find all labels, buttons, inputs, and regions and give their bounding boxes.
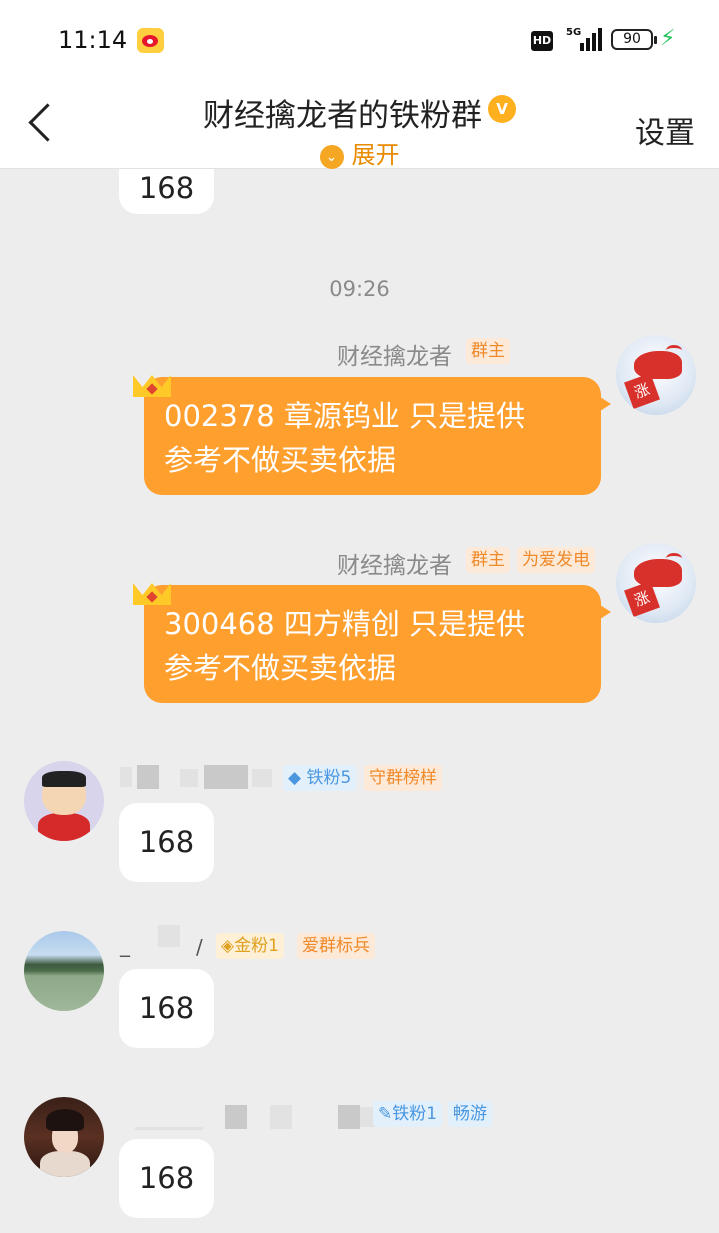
redacted-name xyxy=(137,765,159,789)
group-title: 财经擒龙者的铁粉群 xyxy=(203,98,482,134)
status-time: 11:14 xyxy=(58,26,128,54)
settings-button[interactable]: 设置 xyxy=(635,108,695,152)
message-text: 168 xyxy=(138,991,195,1025)
sender-name[interactable]: 财经擒龙者 xyxy=(337,546,452,580)
sender-name[interactable]: 财经擒龙者 xyxy=(337,337,452,371)
group-title-wrap: 财经擒龙者的铁粉群 V xyxy=(0,90,719,135)
redacted-name xyxy=(252,769,272,787)
message-text: 168 xyxy=(138,1161,195,1195)
message-text-line: 002378 章源钨业 只是提供 xyxy=(164,399,526,433)
crown-icon xyxy=(131,365,175,401)
message-bubble[interactable]: 168 xyxy=(119,969,214,1048)
verified-badge-icon: V xyxy=(488,95,516,123)
expand-button[interactable]: ⌄ 展开 xyxy=(0,135,719,170)
sender-avatar[interactable] xyxy=(24,931,104,1011)
message-text-line: 参考不做买卖依据 xyxy=(164,443,397,477)
fan-level-badge: ◈金粉1 xyxy=(216,933,284,959)
honor-badge: 爱群标兵 xyxy=(297,933,375,959)
sender-avatar[interactable] xyxy=(24,1097,104,1177)
role-badge-owner: 群主 xyxy=(466,338,510,364)
redacted-name: _ xyxy=(120,933,130,957)
role-badge-love: 为爱发电 xyxy=(517,547,595,573)
chat-header: 财经擒龙者的铁粉群 V ⌄ 展开 设置 xyxy=(0,80,719,169)
battery-icon: 90 xyxy=(611,29,657,50)
message-bubble[interactable]: 300468 四方精创 只是提供 参考不做买卖依据 xyxy=(144,585,611,703)
redacted-name xyxy=(158,925,180,947)
fan-level-label: 金粉1 xyxy=(234,936,279,956)
message-text-line: 300468 四方精创 只是提供 xyxy=(164,607,526,641)
message-bubble[interactable]: 168 xyxy=(119,169,214,214)
message-timestamp: 09:26 xyxy=(329,277,390,301)
redacted-name: / xyxy=(196,935,203,959)
redacted-name xyxy=(270,1105,292,1129)
message-text: 168 xyxy=(138,171,195,205)
honor-badge: 守群榜样 xyxy=(364,765,442,791)
network-type: 5G xyxy=(566,27,582,38)
chat-message-list[interactable]: 168 09:26 财经擒龙者 群主 涨 002378 章源钨业 只是提供 参考… xyxy=(0,169,719,1233)
redacted-name xyxy=(338,1105,360,1129)
redacted-name xyxy=(135,1127,203,1130)
message-bubble[interactable]: 002378 章源钨业 只是提供 参考不做买卖依据 xyxy=(144,377,611,495)
message-text: 168 xyxy=(138,825,195,859)
fan-level-label: 铁粉5 xyxy=(306,768,352,788)
status-bar: 11:14 HD 5G 90 ⚡ xyxy=(0,0,719,80)
fan-level-badge: ◆ 铁粉5 xyxy=(283,765,357,791)
sender-avatar[interactable]: 涨 xyxy=(616,335,696,415)
redacted-name xyxy=(180,769,198,787)
sender-avatar[interactable]: 涨 xyxy=(616,543,696,623)
role-badge-owner: 群主 xyxy=(466,547,510,573)
crown-icon xyxy=(131,573,175,609)
redacted-name xyxy=(120,767,132,787)
hd-icon: HD xyxy=(531,31,553,51)
redacted-name xyxy=(204,765,248,789)
weibo-app-icon xyxy=(137,28,164,53)
expand-label: 展开 xyxy=(351,141,400,169)
fan-level-label: 铁粉1 xyxy=(392,1104,438,1124)
message-bubble[interactable]: 168 xyxy=(119,1139,214,1218)
chevron-down-circle-icon: ⌄ xyxy=(319,145,344,169)
cell-signal-icon: 5G xyxy=(566,27,602,51)
fan-level-badge: ✎铁粉1 xyxy=(373,1101,443,1127)
charging-bolt-icon: ⚡ xyxy=(660,26,676,51)
sender-avatar[interactable] xyxy=(24,761,104,841)
message-bubble[interactable]: 168 xyxy=(119,803,214,882)
message-text-line: 参考不做买卖依据 xyxy=(164,651,397,685)
honor-badge: 畅游 xyxy=(448,1101,492,1127)
redacted-name xyxy=(225,1105,247,1129)
